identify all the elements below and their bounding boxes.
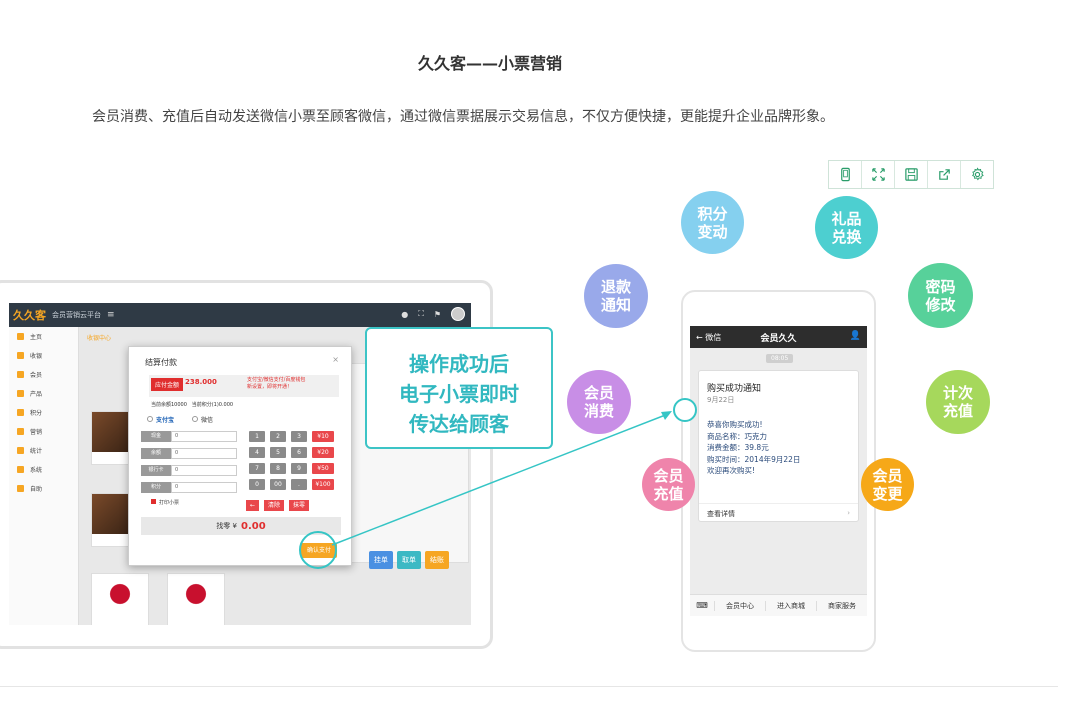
receipt-date: 9月22日 [707, 396, 735, 404]
message-time: 08:05 [766, 354, 794, 363]
phone-screen: ← 微信 会员久久 👤 08:05 购买成功通知 9月22日 恭喜你购买成功! … [690, 326, 867, 616]
connector-dot [673, 398, 697, 422]
receipt-body: 恭喜你购买成功! 商品名称：巧克力 消费金额：39.8元 购买时间：2014年9… [707, 420, 801, 475]
callout-line: 操作成功后 [409, 352, 509, 376]
bubble-password-change: 密码 修改 [908, 263, 973, 328]
divider [0, 686, 1058, 687]
view-details-link[interactable]: 查看详情 › [699, 503, 858, 523]
bubble-member-change: 会员 变更 [861, 458, 914, 511]
menu-member-center[interactable]: 会员中心 [714, 600, 765, 611]
chevron-right-icon: › [847, 509, 850, 517]
callout-line: 电子小票即时 [399, 382, 519, 406]
callout-box: 操作成功后 电子小票即时 传达给顾客 [365, 327, 553, 449]
wechat-header: ← 微信 会员久久 👤 [690, 326, 867, 348]
receipt-title: 购买成功通知 [707, 384, 762, 394]
bubble-count-recharge: 计次 充值 [926, 370, 990, 434]
bubble-refund-notice: 退款 通知 [584, 264, 648, 328]
user-icon[interactable]: 👤 [850, 331, 861, 341]
chat-title: 会员久久 [760, 333, 797, 344]
wechat-menu: ⌨ 会员中心 进入商城 商家服务 [690, 594, 867, 616]
bubble-gift-exchange: 礼品 兑换 [815, 196, 878, 259]
receipt-card[interactable]: 购买成功通知 9月22日 恭喜你购买成功! 商品名称：巧克力 消费金额：39.8… [698, 370, 859, 522]
callout-line: 传达给顾客 [409, 412, 509, 436]
bubble-points-change: 积分 变动 [681, 191, 744, 254]
bubble-member-consumption: 会员 消费 [567, 370, 631, 434]
keyboard-icon[interactable]: ⌨ [690, 601, 714, 610]
menu-enter-mall[interactable]: 进入商城 [765, 600, 816, 611]
bubble-member-recharge: 会员 充值 [642, 458, 695, 511]
menu-merchant-service[interactable]: 商家服务 [816, 600, 867, 611]
